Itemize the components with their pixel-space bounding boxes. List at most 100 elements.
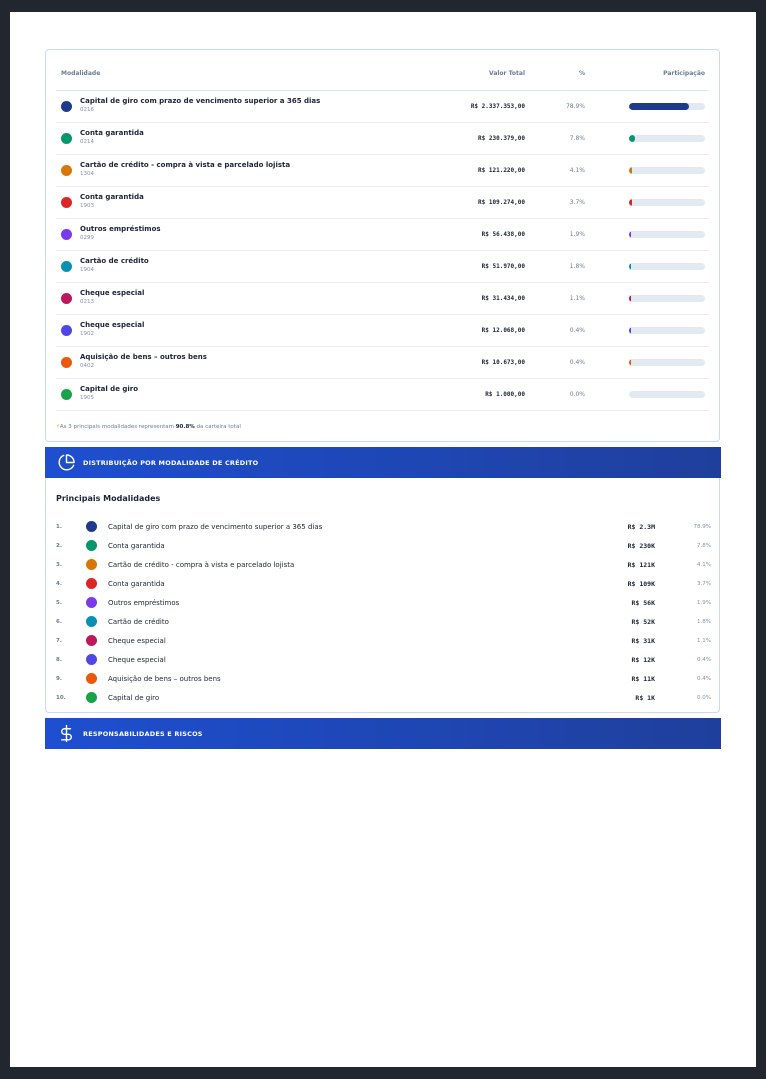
color-dot [61,165,72,176]
modalidade-code: 1304 [80,171,94,177]
list-item: 8. Cheque especial R$ 12K 0.4% [46,651,721,670]
color-dot [86,654,97,665]
table-header: Modalidade Valor Total % Participação [56,50,709,91]
modalidade-code: 0402 [80,363,94,369]
participation-bar [629,327,705,334]
modalidade-name: Cheque especial [80,321,145,329]
table-row: Cheque especial 1902 R$ 12.068,00 0.4% [56,315,709,347]
rank-number: 3. [56,562,62,568]
modalidade-name: Aquisição de bens – outros bens [80,353,207,361]
table-row: Conta garantida 1903 R$ 109.274,00 3.7% [56,187,709,219]
footer-suffix: da carteira total [194,424,241,430]
color-dot [61,357,72,368]
modalidade-value: R$ 31K [631,637,655,645]
footer-highlight: 90.8% [175,424,195,430]
modalidade-code: 1905 [80,395,94,401]
header-valor-total: Valor Total [489,70,525,77]
valor-total: R$ 51.970,00 [481,263,525,270]
color-dot [86,673,97,684]
modalidade-name: Cartão de crédito [80,257,149,265]
participation-bar-fill [629,135,635,142]
color-dot [86,597,97,608]
modalidade-code: 1902 [80,331,94,337]
participation-bar [629,391,705,398]
list-item: 1. Capital de giro com prazo de venciment… [46,518,721,537]
percent-value: 0.4% [569,327,585,334]
rank-number: 4. [56,581,62,587]
modalidade-name: Conta garantida [108,542,165,550]
modalidade-code: 0213 [80,299,94,305]
section-title-responsabilidades: RESPONSABILIDADES E RISCOS [83,730,203,738]
modalidade-percent: 1.8% [697,619,711,625]
list-item: 2. Conta garantida R$ 230K 7.8% [46,537,721,556]
pie-chart-icon [58,454,75,471]
modalidade-code: 0216 [80,107,94,113]
participation-bar [629,167,705,174]
percent-value: 3.7% [569,199,585,206]
rank-number: 9. [56,676,62,682]
rank-number: 2. [56,543,62,549]
modalidade-percent: 4.1% [697,562,711,568]
principais-modalidades-card: Principais Modalidades 1. Capital de giro… [45,478,720,713]
participation-bar-fill [629,167,633,174]
rank-number: 5. [56,600,62,606]
modalidade-value: R$ 2.3M [627,523,655,531]
modalidade-name: Cartão de crédito - compra à vista e par… [108,561,295,569]
dollar-icon [61,724,72,743]
participation-bar [629,103,705,110]
modalidade-percent: 0.0% [697,695,711,701]
percent-value: 0.4% [569,359,585,366]
header-modalidade: Modalidade [61,70,101,77]
color-dot [61,389,72,400]
participation-bar [629,135,705,142]
valor-total: R$ 31.434,00 [481,295,525,302]
modalidade-code: 1903 [80,203,94,209]
modalidade-percent: 78.9% [693,524,711,530]
table-row: Conta garantida 0214 R$ 230.379,00 7.8% [56,123,709,155]
footer-prefix: As 3 principais modalidades representam [59,424,176,430]
table-row: Outros empréstimos 0299 R$ 56.438,00 1.9% [56,219,709,251]
modalidade-value: R$ 11K [631,675,655,683]
modalidade-value: R$ 109K [627,580,655,588]
table-body: Capital de giro com prazo de vencimento … [46,91,719,411]
percent-value: 0.0% [569,391,585,398]
modalidade-name: Capital de giro com prazo de vencimento … [80,97,321,105]
modalidade-code: 0214 [80,139,94,145]
section-title-distribuicao: DISTRIBUIÇÃO POR MODALIDADE DE CRÉDITO [83,459,259,467]
valor-total: R$ 12.068,00 [481,327,525,334]
percent-value: 4.1% [569,167,585,174]
participation-bar [629,295,705,302]
table-row: Cheque especial 0213 R$ 31.434,00 1.1% [56,283,709,315]
valor-total: R$ 56.438,00 [481,231,525,238]
modalidade-name: Cartão de crédito - compra à vista e par… [80,161,291,169]
list-item: 3. Cartão de crédito - compra à vista e p… [46,556,721,575]
rank-number: 8. [56,657,62,663]
modalidade-percent: 1.9% [697,600,711,606]
modalidade-value: R$ 52K [631,618,655,626]
modalidade-percent: 3.7% [697,581,711,587]
principais-modalidades-title: Principais Modalidades [56,494,161,503]
modalidade-value: R$ 230K [627,542,655,550]
modalidade-value: R$ 1K [635,694,655,702]
valor-total: R$ 121.220,00 [478,167,525,174]
table-row: Cartão de crédito 1904 R$ 51.970,00 1.8% [56,251,709,283]
color-dot [86,692,97,703]
list-item: 5. Outros empréstimos R$ 56K 1.9% [46,594,721,613]
header-participacao: Participação [663,70,705,77]
color-dot [61,325,72,336]
participation-bar-fill [629,295,631,302]
percent-value: 78.9% [565,103,585,110]
modalidade-value: R$ 12K [631,656,655,664]
table-row: Capital de giro com prazo de vencimento … [56,91,709,123]
valor-total: R$ 2.337.353,00 [470,103,525,110]
color-dot [61,101,72,112]
valor-total: R$ 10.673,00 [481,359,525,366]
modalidade-name: Cheque especial [80,289,145,297]
modalidade-name: Conta garantida [80,129,144,137]
modalidade-name: Conta garantida [108,580,165,588]
color-dot [86,559,97,570]
modalidade-percent: 0.4% [697,676,711,682]
modalidade-name: Aquisição de bens – outros bens [108,675,221,683]
list-item: 7. Cheque especial R$ 31K 1.1% [46,632,721,651]
participation-bar [629,359,705,366]
